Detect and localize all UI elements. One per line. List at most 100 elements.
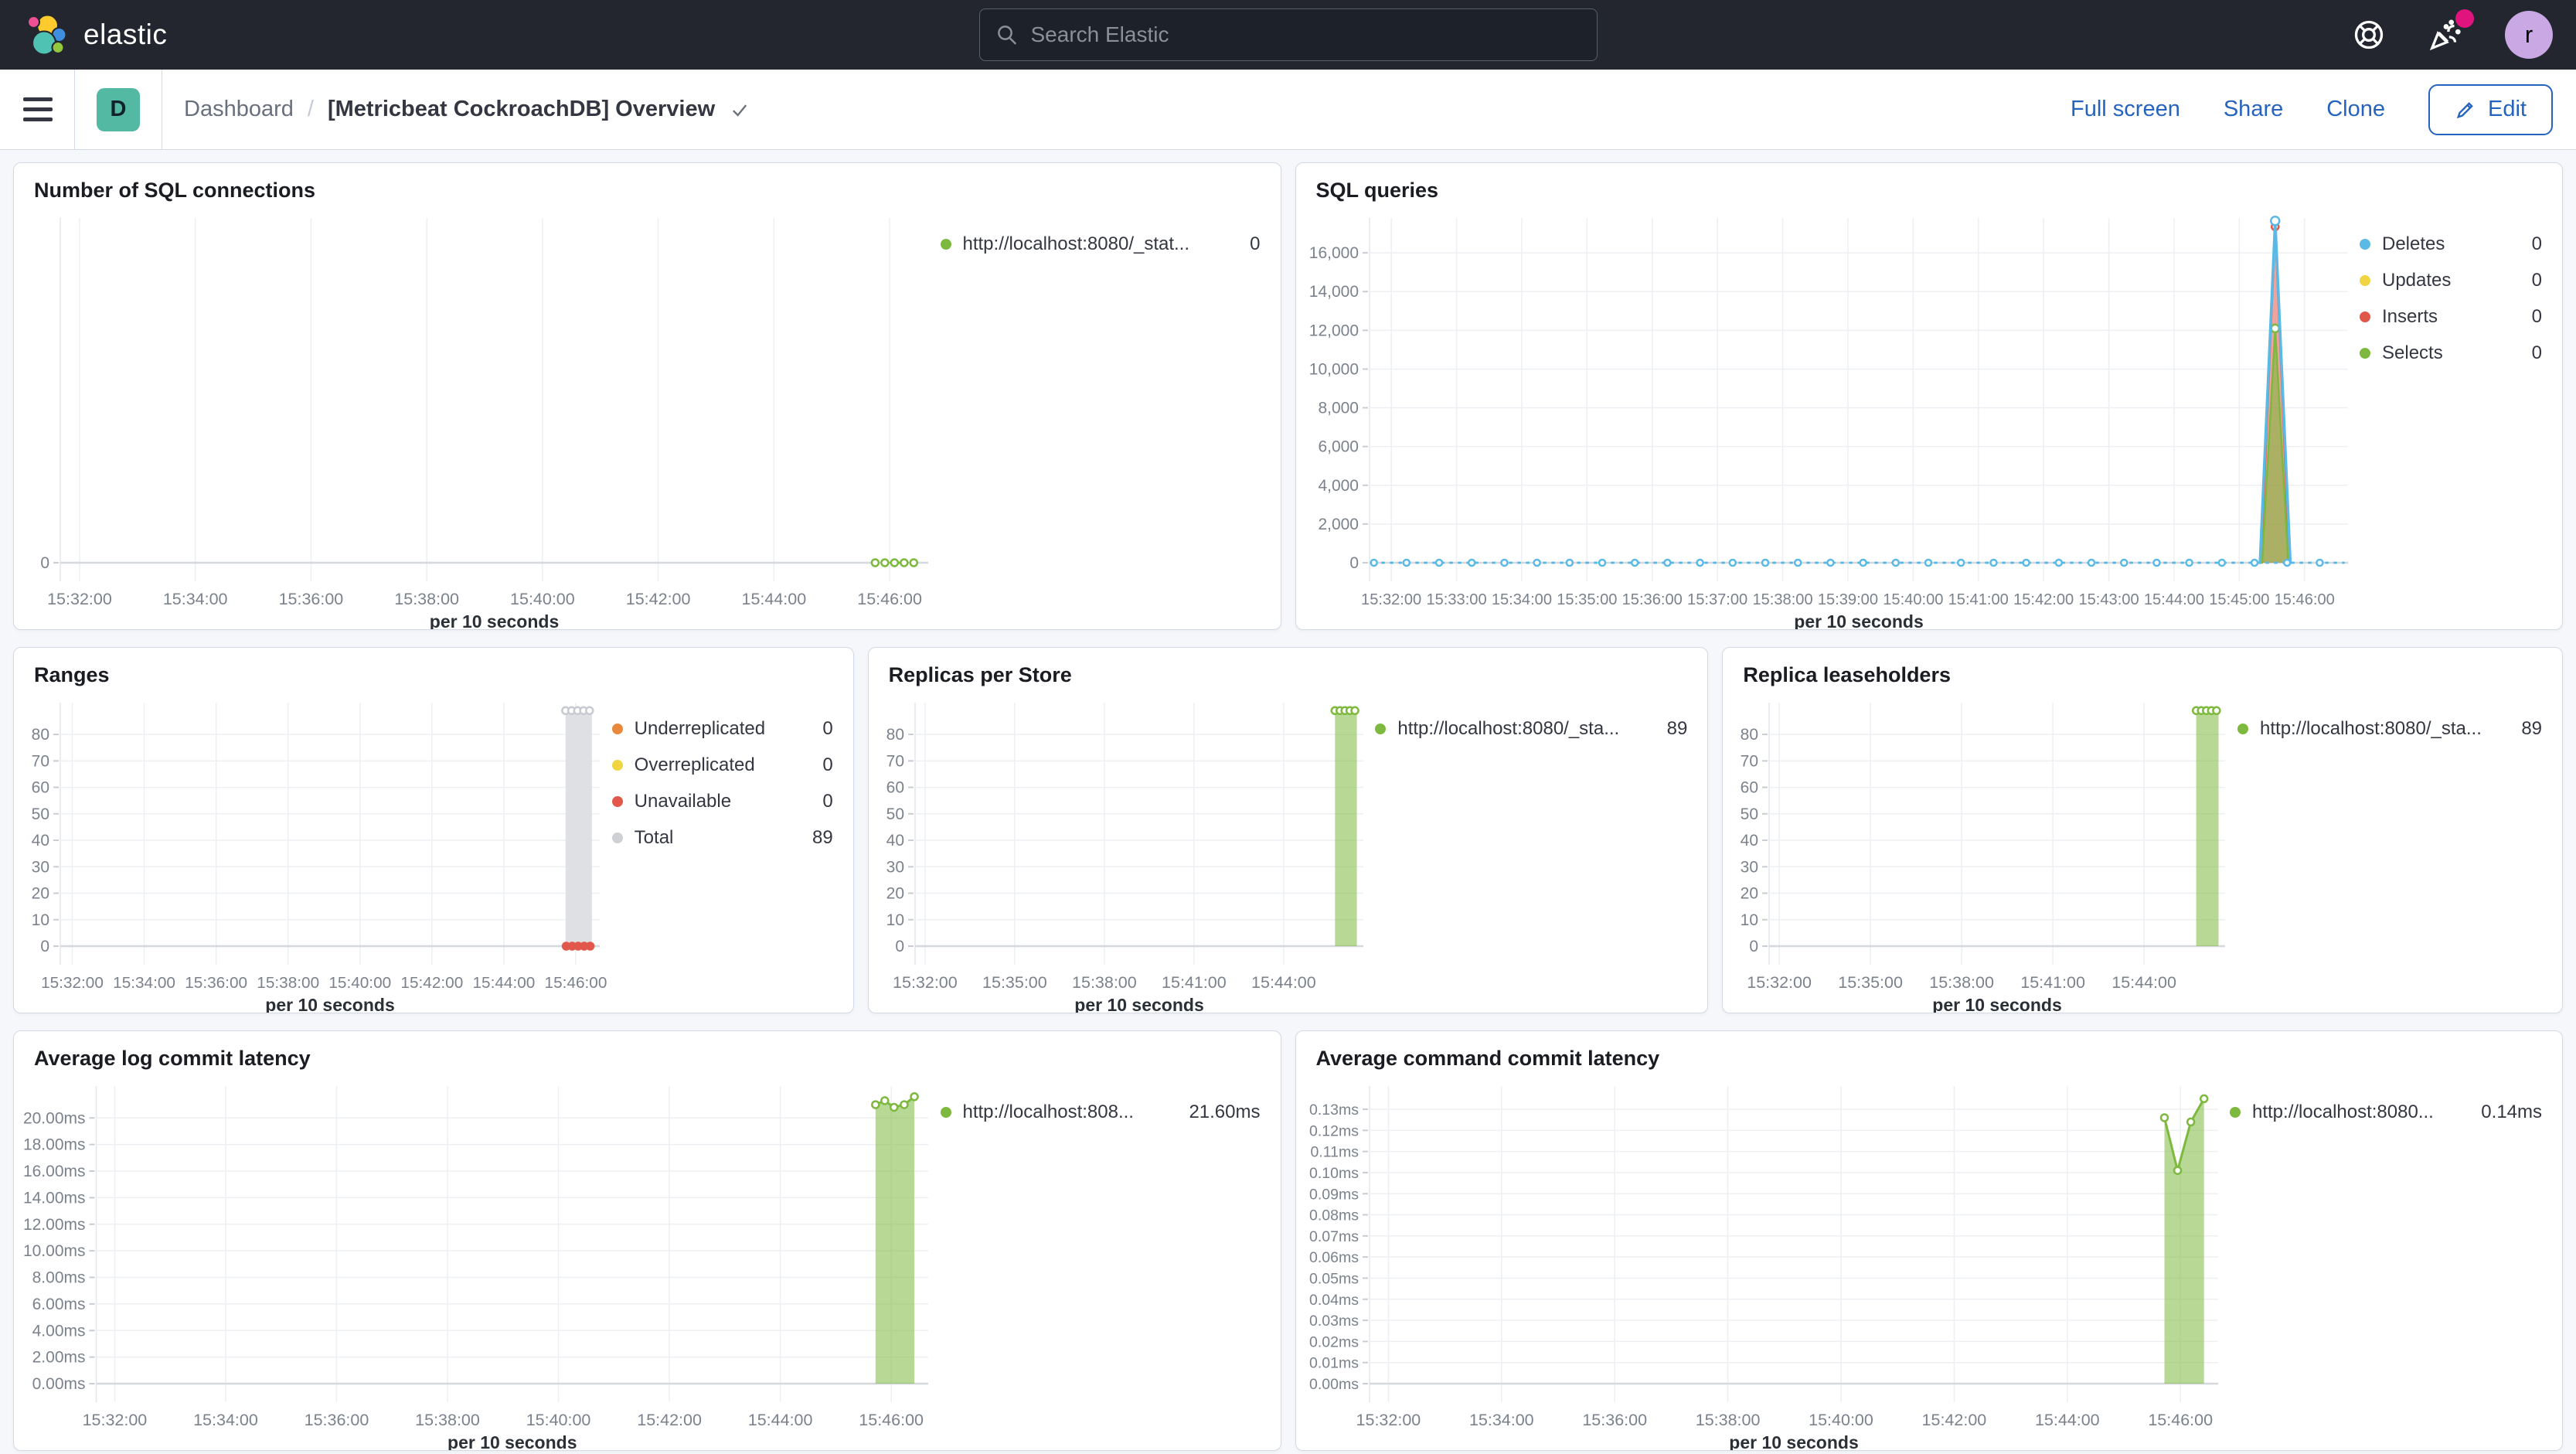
legend-value: 0.14ms (2481, 1102, 2542, 1122)
search-input[interactable] (1030, 22, 1581, 47)
panel-title: Average log commit latency (34, 1047, 311, 1070)
legend-item[interactable]: http://localhost:8080/_sta... 89 (2237, 718, 2542, 740)
svg-text:14.00ms: 14.00ms (23, 1189, 86, 1207)
svg-text:0.07ms: 0.07ms (1309, 1228, 1359, 1245)
legend-item[interactable]: Deletes 0 (2360, 233, 2542, 255)
svg-text:15:36:00: 15:36:00 (1621, 591, 1682, 608)
legend-item[interactable]: http://localhost:8080/_sta... 89 (1375, 718, 1687, 740)
chart-ranges: 0 10 20 30 40 50 60 70 80 15:32:00 15:34:00 15:36:0… (14, 689, 612, 1015)
legend-value: 21.60ms (1189, 1102, 1261, 1122)
svg-text:0.03ms: 0.03ms (1309, 1313, 1359, 1330)
svg-text:0.04ms: 0.04ms (1309, 1292, 1359, 1309)
legend-value: 89 (812, 827, 833, 848)
global-search[interactable] (978, 9, 1598, 61)
legend-item[interactable]: Selects 0 (2360, 342, 2542, 364)
svg-text:60: 60 (1741, 779, 1758, 797)
panel-number-of-sql-connections: Number of SQL connections 0 15:32:00 15:34… (13, 162, 1281, 632)
legend-item[interactable]: Unavailable 0 (611, 791, 833, 812)
share-button[interactable]: Share (2224, 97, 2283, 122)
legend-item[interactable]: Updates 0 (2360, 270, 2542, 291)
legend-item[interactable]: http://localhost:8080... 0.14ms (2230, 1102, 2542, 1123)
legend-item[interactable]: Inserts 0 (2360, 306, 2542, 328)
legend-value: 0 (822, 754, 833, 775)
legend-dot (2360, 312, 2370, 322)
svg-text:15:44:00: 15:44:00 (2143, 591, 2203, 608)
svg-text:15:40:00: 15:40:00 (1809, 1411, 1873, 1429)
svg-text:70: 70 (32, 752, 49, 770)
svg-text:50: 50 (886, 805, 903, 823)
legend-item[interactable]: http://localhost:808... 21.60ms (940, 1102, 1261, 1123)
legend-label: Unavailable (634, 791, 732, 812)
edit-button[interactable]: Edit (2428, 83, 2553, 135)
chart-legend: Deletes 0 Updates 0 Inserts 0 Selects 0 (2360, 204, 2562, 629)
svg-text:0.10ms: 0.10ms (1309, 1165, 1359, 1182)
legend-item[interactable]: http://localhost:8080/_stat... 0 (940, 233, 1261, 255)
svg-text:18.00ms: 18.00ms (23, 1136, 86, 1154)
svg-text:30: 30 (886, 858, 903, 876)
svg-text:15:34:00: 15:34:00 (113, 974, 175, 992)
svg-text:15:32:00: 15:32:00 (893, 973, 958, 992)
svg-text:15:38:00: 15:38:00 (394, 590, 459, 608)
svg-text:20.00ms: 20.00ms (23, 1109, 86, 1127)
breadcrumb-dashboard[interactable]: Dashboard (184, 97, 294, 122)
svg-text:80: 80 (1741, 726, 1758, 744)
svg-text:70: 70 (886, 752, 903, 770)
legend-label: Total (634, 827, 674, 848)
legend-label: Updates (2382, 270, 2452, 291)
legend-value: 0 (1250, 233, 1261, 254)
svg-text:0.06ms: 0.06ms (1309, 1249, 1359, 1266)
legend-item[interactable]: Overreplicated 0 (611, 754, 833, 776)
panel-title: SQL queries (1315, 179, 1439, 202)
check-icon (733, 104, 747, 117)
svg-text:0.08ms: 0.08ms (1309, 1207, 1359, 1224)
full-screen-button[interactable]: Full screen (2071, 97, 2180, 122)
svg-text:30: 30 (32, 858, 49, 876)
panel-title: Average command commit latency (1315, 1047, 1660, 1070)
svg-text:15:42:00: 15:42:00 (400, 974, 463, 992)
svg-text:6.00ms: 6.00ms (32, 1296, 86, 1313)
svg-text:70: 70 (1741, 752, 1758, 770)
svg-text:50: 50 (1741, 805, 1758, 823)
svg-text:15:32:00: 15:32:00 (41, 974, 104, 992)
svg-text:4,000: 4,000 (1318, 477, 1359, 495)
svg-text:15:36:00: 15:36:00 (305, 1411, 369, 1429)
legend-item[interactable]: Total 89 (611, 827, 833, 849)
svg-text:15:36:00: 15:36:00 (1582, 1411, 1647, 1429)
svg-text:15:41:00: 15:41:00 (1162, 973, 1227, 992)
svg-text:20: 20 (1741, 885, 1758, 903)
elastic-brand[interactable]: elastic (23, 12, 167, 58)
svg-text:14,000: 14,000 (1308, 283, 1358, 301)
svg-text:0.05ms: 0.05ms (1309, 1270, 1359, 1287)
svg-text:15:36:00: 15:36:00 (279, 590, 344, 608)
chart-legend: http://localhost:8080/_sta... 89 (1375, 689, 1707, 1013)
svg-text:15:38:00: 15:38:00 (1695, 1411, 1760, 1429)
svg-text:15:42:00: 15:42:00 (626, 590, 691, 608)
svg-text:per 10 seconds: per 10 seconds (1729, 1432, 1858, 1450)
space-badge[interactable]: D (97, 87, 140, 131)
legend-dot (2360, 275, 2370, 286)
svg-text:0.02ms: 0.02ms (1309, 1333, 1359, 1350)
svg-text:0.13ms: 0.13ms (1309, 1102, 1359, 1119)
svg-text:15:32:00: 15:32:00 (1747, 973, 1812, 992)
svg-text:20: 20 (886, 885, 903, 903)
menu-icon[interactable] (23, 97, 53, 121)
chart-number-of-sql-connections: 0 15:32:00 15:34:00 15:36:00 15:38:00 15:40:0… (14, 204, 941, 632)
page-title[interactable]: [Metricbeat CockroachDB] Overview (328, 97, 715, 122)
svg-text:15:42:00: 15:42:00 (1921, 1411, 1986, 1429)
user-avatar[interactable]: r (2505, 11, 2553, 59)
svg-text:15:32:00: 15:32:00 (1361, 591, 1421, 608)
svg-text:per 10 seconds: per 10 seconds (1074, 995, 1203, 1013)
svg-text:15:46:00: 15:46:00 (545, 974, 607, 992)
help-icon[interactable] (2352, 18, 2386, 52)
clone-button[interactable]: Clone (2326, 97, 2385, 122)
svg-text:20: 20 (32, 885, 49, 903)
chart-sql-queries: 0 2,000 4,000 6,000 8,000 10,000 12,000 14,000 1… (1296, 204, 2360, 632)
pencil-icon (2456, 101, 2473, 118)
svg-text:15:35:00: 15:35:00 (1839, 973, 1904, 992)
brand-text: elastic (83, 19, 168, 50)
legend-item[interactable]: Underreplicated 0 (611, 718, 833, 740)
panel-average-command-commit-latency: Average command commit latency 0.00ms 0.0… (1295, 1030, 2563, 1452)
svg-text:10: 10 (1741, 911, 1758, 929)
chart-legend: http://localhost:8080/_sta... 89 (2237, 689, 2562, 1013)
news-icon[interactable] (2428, 9, 2474, 53)
